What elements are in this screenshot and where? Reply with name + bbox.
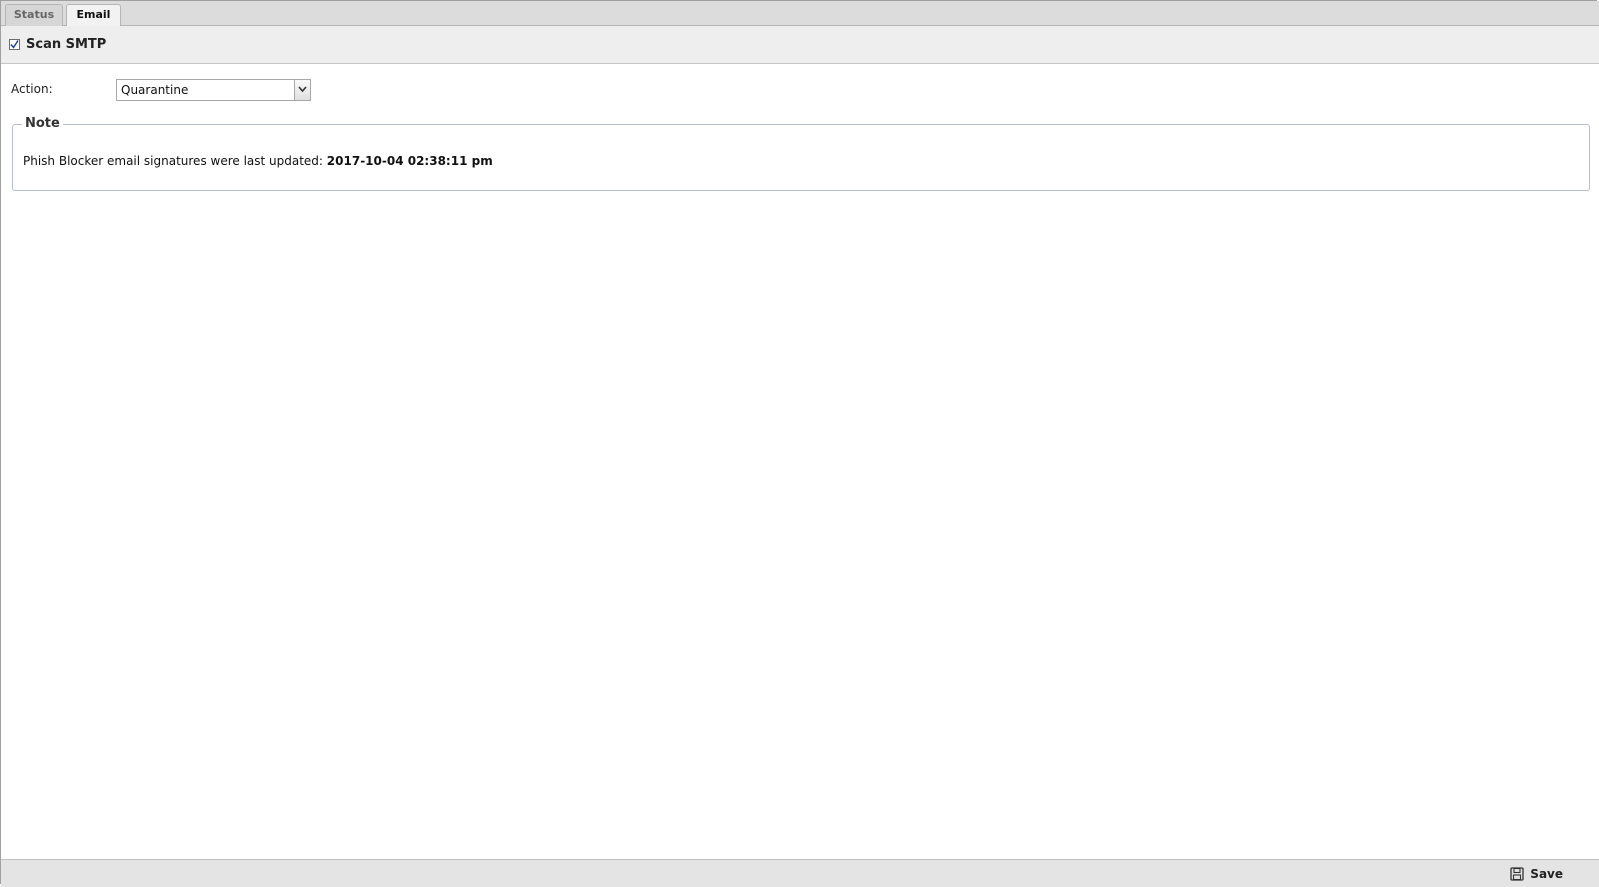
action-select[interactable]: Quarantine <box>116 79 311 101</box>
footer-toolbar: Save <box>1 859 1599 887</box>
chevron-down-icon <box>298 86 307 93</box>
last-updated-timestamp: 2017-10-04 02:38:11 pm <box>326 154 493 168</box>
action-label: Action: <box>11 82 53 96</box>
tab-bar: Status Email <box>1 1 1599 27</box>
floppy-disk-icon <box>1510 867 1524 881</box>
note-legend: Note <box>22 116 63 131</box>
note-message: Phish Blocker email signatures were last… <box>23 154 327 168</box>
save-label: Save <box>1530 867 1563 881</box>
scan-smtp-checkbox[interactable] <box>9 39 20 50</box>
scan-smtp-label[interactable]: Scan SMTP <box>26 37 106 52</box>
tab-status[interactable]: Status <box>5 4 63 26</box>
scan-toolbar: Scan SMTP <box>1 26 1599 64</box>
app-frame: Status Email Scan SMTP Action: Quarantin… <box>0 0 1599 887</box>
action-select-value: Quarantine <box>121 83 189 97</box>
note-fieldset: Note Phish Blocker email signatures were… <box>12 116 1590 191</box>
tab-email[interactable]: Email <box>66 4 121 27</box>
dropdown-button[interactable] <box>294 80 310 100</box>
checkmark-icon <box>10 40 19 49</box>
save-button[interactable]: Save <box>1510 865 1563 883</box>
note-text: Phish Blocker email signatures were last… <box>23 154 493 168</box>
